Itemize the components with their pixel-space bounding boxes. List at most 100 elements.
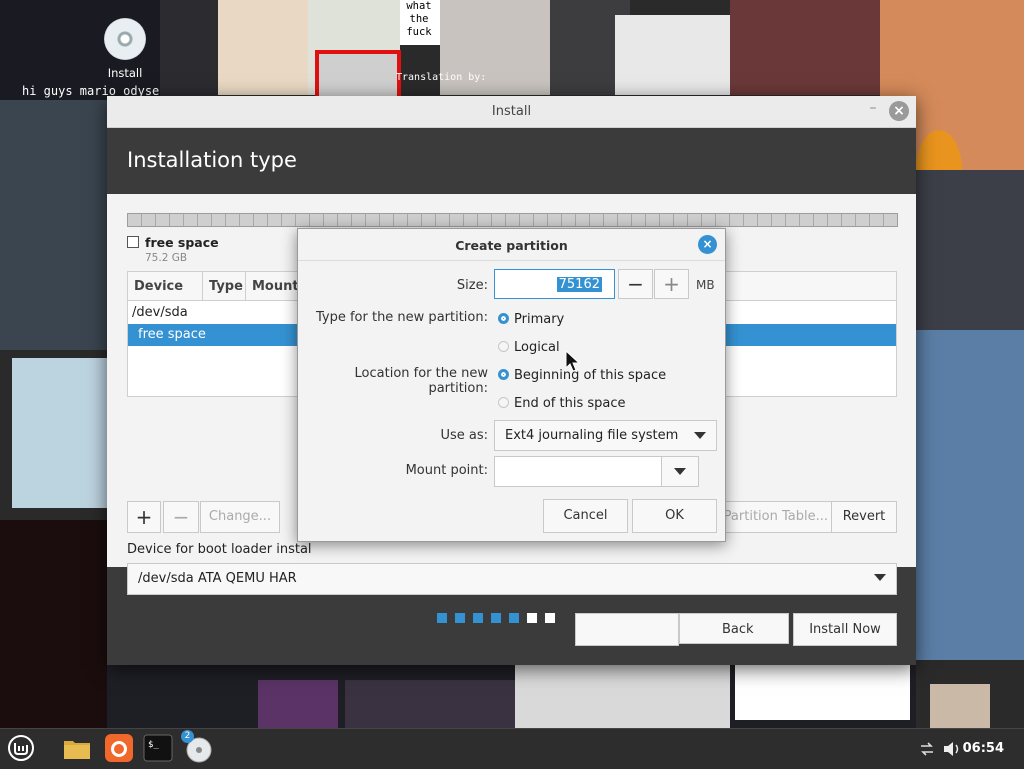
page-title: Installation type (127, 148, 297, 172)
progress-dot-done (437, 613, 447, 623)
mount-point-input[interactable] (494, 456, 662, 487)
progress-dot-done (473, 613, 483, 623)
window-titlebar[interactable]: Install – × (107, 96, 916, 128)
mint-logo-icon (8, 735, 34, 761)
progress-dot-todo (545, 613, 555, 623)
disc-icon (104, 18, 146, 60)
quit-button[interactable] (575, 613, 679, 646)
ok-button[interactable]: OK (632, 499, 717, 533)
wallpaper-tile (735, 665, 910, 720)
revert-button[interactable]: Revert (831, 501, 897, 533)
install-now-button[interactable]: Install Now (793, 613, 897, 646)
column-type[interactable]: Type (209, 279, 243, 294)
wallpaper-tile (160, 0, 220, 100)
wallpaper-tile (12, 358, 107, 508)
menu-button[interactable] (6, 733, 36, 763)
wallpaper-tile (0, 520, 107, 728)
wallpaper-tile (218, 0, 308, 95)
page-header: Installation type (107, 128, 916, 194)
chevron-down-icon (674, 468, 686, 475)
legend-size: 75.2 GB (145, 252, 188, 264)
size-increment-button[interactable]: + (654, 269, 689, 299)
mount-point-dropdown[interactable] (661, 456, 699, 487)
row-label: free space (138, 327, 206, 342)
wallpaper-tile (615, 15, 730, 95)
radio-label: Logical (514, 340, 560, 355)
logical-radio[interactable]: Logical (498, 340, 560, 355)
wallpaper-tile (258, 680, 338, 728)
use-as-select[interactable]: Ext4 journaling file system (494, 420, 717, 451)
location-label: Location for the new partition: (354, 366, 488, 396)
add-partition-button[interactable]: + (127, 501, 161, 533)
column-device[interactable]: Device (134, 279, 183, 294)
firefox-launcher[interactable] (104, 733, 134, 763)
firefox-icon (105, 734, 133, 762)
installer-task[interactable]: 2 (181, 730, 213, 763)
size-decrement-button[interactable]: − (618, 269, 653, 299)
clock[interactable]: 06:54 (963, 741, 1004, 756)
speaker-icon (944, 742, 959, 756)
beginning-radio[interactable]: Beginning of this space (498, 368, 666, 383)
mouse-cursor-icon (565, 350, 581, 372)
size-input[interactable]: 75162 (494, 269, 615, 299)
dialog-title: Create partition (455, 238, 568, 253)
legend-swatch (127, 236, 139, 248)
progress-dots (437, 612, 563, 623)
chevron-down-icon (694, 432, 706, 439)
partition-bar (127, 213, 898, 227)
progress-dot-done (455, 613, 465, 623)
install-desktop-icon[interactable]: Install (90, 18, 160, 80)
taskbar: $_ 2 06:54 (0, 728, 1024, 769)
change-partition-button[interactable]: Change... (200, 501, 280, 533)
svg-text:$_: $_ (148, 740, 159, 750)
primary-radio[interactable]: Primary (498, 312, 564, 327)
wallpaper-tile (916, 170, 1024, 330)
folder-icon (64, 741, 90, 759)
close-icon[interactable]: × (698, 235, 717, 254)
wallpaper-caption: Translation by: (396, 72, 487, 83)
close-button[interactable]: × (889, 101, 909, 121)
bootloader-select[interactable]: /dev/sda ATA QEMU HAR (127, 563, 897, 595)
terminal-launcher[interactable]: $_ (143, 733, 173, 763)
progress-dot-done (491, 613, 501, 623)
wallpaper-tile (515, 665, 730, 728)
terminal-icon: $_ (143, 734, 173, 762)
cancel-button[interactable]: Cancel (543, 499, 628, 533)
radio-label: Primary (514, 312, 565, 327)
wallpaper-tile (345, 680, 515, 728)
remove-partition-button[interactable]: − (163, 501, 199, 533)
end-radio[interactable]: End of this space (498, 396, 626, 411)
radio-unchecked-icon (498, 341, 509, 352)
progress-dot-todo (527, 613, 537, 623)
network-icon[interactable] (918, 740, 936, 762)
column-mount[interactable]: Mount (252, 279, 299, 294)
progress-dot-done (509, 613, 519, 623)
use-as-label: Use as: (440, 428, 488, 443)
column-divider (202, 272, 203, 300)
partition-legend: free space 75.2 GB (127, 235, 219, 264)
radio-label: End of this space (514, 396, 626, 411)
radio-label: Beginning of this space (514, 368, 667, 383)
size-value: 75162 (556, 277, 602, 292)
minimize-button[interactable]: – (863, 100, 883, 120)
volume-icon[interactable] (942, 739, 962, 763)
back-button[interactable]: Back (679, 613, 789, 644)
dialog-divider (298, 260, 725, 261)
files-launcher[interactable] (62, 733, 92, 763)
bootloader-label: Device for boot loader instal (127, 542, 312, 557)
chevron-down-icon (874, 574, 886, 581)
wallpaper-tile (930, 684, 990, 728)
size-label: Size: (456, 278, 488, 293)
wallpaper-tile (730, 0, 900, 95)
legend-name: free space (145, 235, 219, 250)
type-label: Type for the new partition: (315, 310, 488, 325)
network-arrows-icon (921, 742, 933, 756)
mount-point-label: Mount point: (405, 463, 488, 478)
use-as-value: Ext4 journaling file system (505, 428, 679, 443)
wallpaper-tile (315, 50, 401, 100)
row-label: /dev/sda (132, 305, 188, 320)
radio-checked-icon (498, 313, 509, 324)
wallpaper-tile (0, 100, 107, 350)
desktop-icon-label: Install (107, 66, 143, 80)
create-partition-dialog: Create partition × Size: 75162 − + MB Ty… (297, 228, 726, 542)
